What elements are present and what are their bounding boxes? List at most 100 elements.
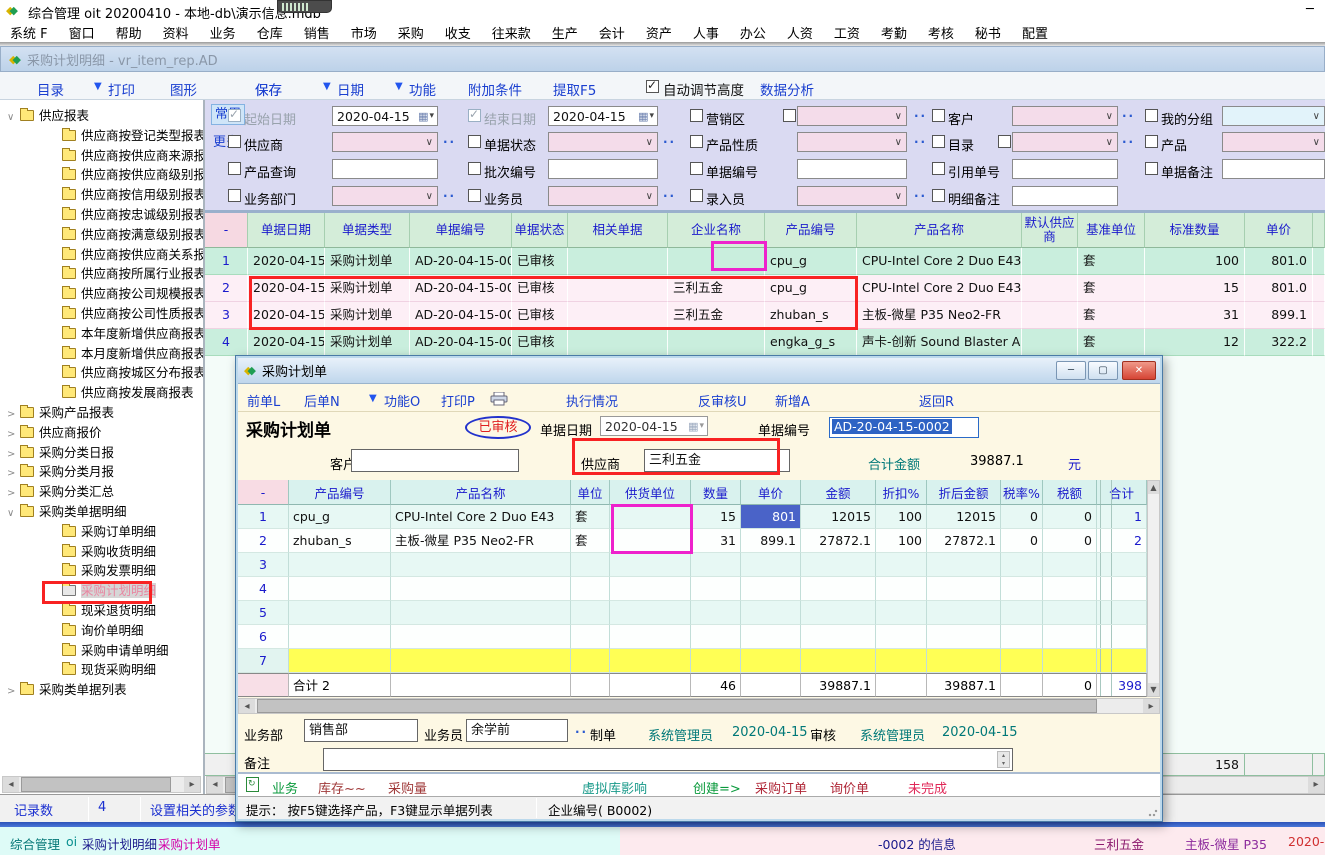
cell-doc-type[interactable]: 采购计划单 bbox=[325, 329, 410, 356]
save-button[interactable]: 保存 bbox=[255, 79, 282, 99]
exec-status-button[interactable]: 执行情况 bbox=[566, 391, 618, 410]
table-row[interactable]: 6 bbox=[238, 625, 1147, 649]
taskbar-mode[interactable]: oi bbox=[66, 834, 77, 849]
cell-tax[interactable]: 0 bbox=[1043, 529, 1097, 553]
calendar-icon[interactable]: ▦ bbox=[638, 110, 648, 123]
cell-tax-rate[interactable]: 0 bbox=[1001, 529, 1043, 553]
product-select[interactable]: ∨ bbox=[1222, 132, 1325, 152]
cell-total[interactable] bbox=[1097, 577, 1147, 601]
cell-discount[interactable] bbox=[876, 601, 927, 625]
cell-discounted-amount[interactable] bbox=[927, 553, 1001, 577]
column-header[interactable]: 金额 bbox=[801, 480, 876, 505]
tree-expand-icon[interactable]: > bbox=[7, 682, 20, 702]
scroll-thumb[interactable] bbox=[21, 777, 171, 792]
cell-tax[interactable] bbox=[1043, 625, 1097, 649]
cell-product-name[interactable] bbox=[391, 625, 571, 649]
table-row[interactable]: 5 bbox=[238, 601, 1147, 625]
detail-remark-checkbox[interactable] bbox=[932, 189, 945, 202]
cell-qty[interactable]: 15 bbox=[691, 505, 741, 529]
cell-tax[interactable] bbox=[1043, 553, 1097, 577]
cell-product-code[interactable]: cpu_g bbox=[765, 275, 857, 302]
batch-no-input[interactable] bbox=[548, 159, 658, 179]
cell-supply-unit[interactable] bbox=[610, 601, 691, 625]
column-header[interactable]: 折后金额 bbox=[927, 480, 1001, 505]
customer-checkbox[interactable] bbox=[932, 109, 945, 122]
cell-amount[interactable] bbox=[801, 649, 876, 673]
graph-button[interactable]: 图形 bbox=[170, 79, 197, 99]
cell-total[interactable] bbox=[1097, 601, 1147, 625]
cell-unit[interactable]: 套 bbox=[571, 505, 610, 529]
cell-base-unit[interactable]: 套 bbox=[1078, 302, 1145, 329]
customer-input[interactable] bbox=[351, 449, 519, 472]
cell-discount[interactable]: 100 bbox=[876, 529, 927, 553]
dialog-title-bar[interactable]: ◆◆ 采购计划单 ─ ▢ ✕ bbox=[238, 358, 1160, 384]
scroll-right-icon[interactable]: ▸ bbox=[1143, 699, 1159, 713]
sidebar-item[interactable]: >采购分类日报 bbox=[0, 443, 205, 463]
sidebar-item[interactable]: 现货采购明细 bbox=[0, 660, 205, 680]
extra-condition-button[interactable]: 附加条件 bbox=[468, 79, 522, 99]
menu-item[interactable]: 会计 bbox=[599, 23, 625, 42]
product-query-checkbox[interactable] bbox=[228, 162, 241, 175]
cell-std-qty[interactable]: 15 bbox=[1145, 275, 1245, 302]
menu-item[interactable]: 考核 bbox=[928, 23, 954, 42]
cell-tax[interactable] bbox=[1043, 601, 1097, 625]
doc-date-input[interactable]: 2020-04-15▦▾ bbox=[600, 416, 708, 436]
cell-base-unit[interactable]: 套 bbox=[1078, 248, 1145, 275]
cell-unit[interactable] bbox=[571, 601, 610, 625]
menu-item[interactable]: 秘书 bbox=[975, 23, 1001, 42]
sidebar-item[interactable]: 采购发票明细 bbox=[0, 561, 205, 581]
stock-link[interactable]: 库存~~ bbox=[318, 778, 366, 797]
cell-unit-price[interactable] bbox=[741, 601, 801, 625]
cell-tax-rate[interactable] bbox=[1001, 649, 1043, 673]
cell-tax[interactable]: 0 bbox=[1043, 505, 1097, 529]
cell-doc-no[interactable]: AD-20-04-15-0001 bbox=[410, 248, 512, 275]
cell-discounted-amount[interactable]: 12015 bbox=[927, 505, 1001, 529]
cell-unit-price[interactable]: 899.1 bbox=[741, 529, 801, 553]
scroll-left-icon[interactable]: ◂ bbox=[239, 699, 255, 713]
cell-doc-status[interactable]: 已审核 bbox=[512, 275, 568, 302]
sales-region-extra-checkbox[interactable] bbox=[783, 109, 796, 122]
start-date-checkbox[interactable] bbox=[228, 109, 241, 122]
function-button[interactable]: 功能O bbox=[384, 391, 420, 410]
cell-doc-date[interactable]: 2020-04-15 bbox=[248, 248, 325, 275]
dialog-close-icon[interactable]: ✕ bbox=[1122, 361, 1156, 380]
cell-unit[interactable] bbox=[571, 577, 610, 601]
menu-item[interactable]: 销售 bbox=[304, 23, 330, 42]
cell-default-supplier[interactable] bbox=[1022, 302, 1078, 329]
spinner-icon[interactable]: ▴▾ bbox=[997, 751, 1010, 768]
business-link[interactable]: 业务 bbox=[272, 778, 298, 797]
sidebar-item[interactable]: 供应商按满意级别报表 bbox=[0, 225, 205, 245]
column-header[interactable]: 产品名称 bbox=[857, 213, 1022, 248]
cell-default-supplier[interactable] bbox=[1022, 248, 1078, 275]
cell-amount[interactable] bbox=[801, 601, 876, 625]
cell-tax[interactable] bbox=[1043, 649, 1097, 673]
column-header[interactable]: 单据类型 bbox=[325, 213, 410, 248]
cell-related-doc[interactable] bbox=[568, 275, 668, 302]
menu-item[interactable]: 生产 bbox=[552, 23, 578, 42]
dialog-vertical-scrollbar[interactable]: ▲ ▼ bbox=[1147, 480, 1160, 697]
cell-product-code[interactable]: cpu_g bbox=[765, 248, 857, 275]
print-button[interactable]: 打印 bbox=[108, 79, 135, 99]
cell-unit-price[interactable] bbox=[741, 625, 801, 649]
next-doc-button[interactable]: 后单N bbox=[304, 391, 340, 410]
inquiry-link[interactable]: 询价单 bbox=[830, 778, 869, 797]
sidebar-item[interactable]: >采购分类月报 bbox=[0, 462, 205, 482]
cell-doc-type[interactable]: 采购计划单 bbox=[325, 248, 410, 275]
cell-doc-status[interactable]: 已审核 bbox=[512, 248, 568, 275]
cell-amount[interactable]: 27872.1 bbox=[801, 529, 876, 553]
sidebar-item[interactable]: ∨供应报表 bbox=[0, 106, 205, 126]
prev-doc-button[interactable]: 前单L bbox=[247, 391, 280, 410]
salesman-checkbox[interactable] bbox=[468, 189, 481, 202]
sidebar-item[interactable]: 采购订单明细 bbox=[0, 522, 205, 542]
table-row[interactable]: 1 cpu_g CPU-Intel Core 2 Duo E43 套 15 80… bbox=[238, 505, 1147, 529]
auto-height-checkbox[interactable] bbox=[646, 80, 659, 93]
table-row[interactable]: 2 2020-04-15 采购计划单 AD-20-04-15-0002 已审核 … bbox=[205, 275, 1325, 302]
cell-tax-rate[interactable]: 0 bbox=[1001, 505, 1043, 529]
cell-product-code[interactable] bbox=[289, 649, 391, 673]
cell-product-code[interactable]: zhuban_s bbox=[289, 529, 391, 553]
cell-total[interactable]: 1 bbox=[1097, 505, 1147, 529]
cell-product-name[interactable]: CPU-Intel Core 2 Duo E43 bbox=[857, 248, 1022, 275]
cell-company[interactable]: 三利五金 bbox=[668, 302, 765, 329]
cell-product-name[interactable]: 主板-微星 P35 Neo2-FR bbox=[391, 529, 571, 553]
cell-doc-date[interactable]: 2020-04-15 bbox=[248, 329, 325, 356]
